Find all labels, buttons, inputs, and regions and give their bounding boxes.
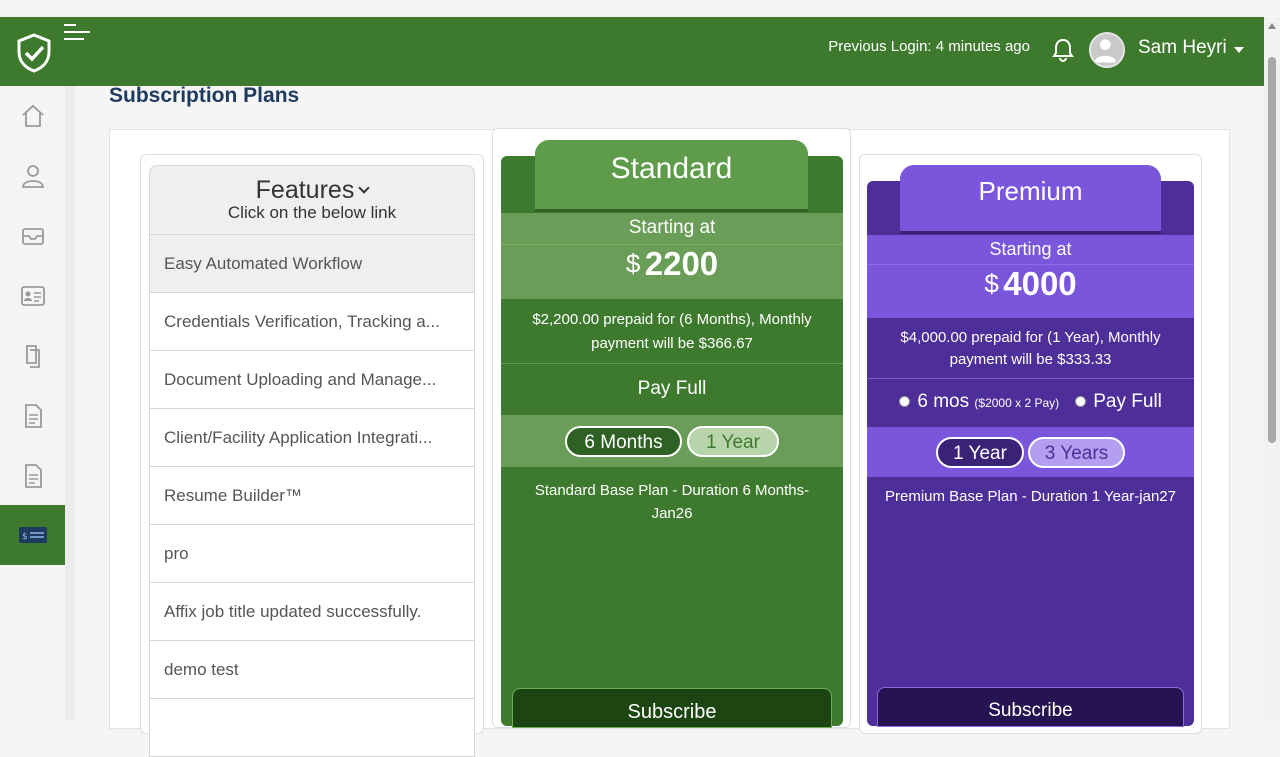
standard-description: $2,200.00 prepaid for (6 Months), Monthl… xyxy=(532,311,812,352)
sidebar-item-inbox[interactable] xyxy=(0,206,65,266)
premium-duration-1-year[interactable]: 1 Year xyxy=(936,437,1024,468)
page-title: Subscription Plans xyxy=(109,84,300,107)
scroll-up-icon[interactable] xyxy=(1268,23,1276,29)
option-6-mos-label: 6 mos xyxy=(917,391,970,412)
sidebar-item-billing[interactable]: $ xyxy=(0,505,65,565)
sidebar-item-documents[interactable] xyxy=(0,326,65,386)
feature-item[interactable]: Document Uploading and Manage... xyxy=(149,351,475,409)
features-subtitle: Click on the below link xyxy=(227,203,397,222)
premium-subscribe-button[interactable]: Subscribe xyxy=(877,687,1184,727)
file-icon xyxy=(24,404,42,428)
standard-duration-6-months[interactable]: 6 Months xyxy=(565,426,682,457)
feature-label: Client/Facility Application Integrati... xyxy=(164,427,433,447)
feature-item[interactable]: Credentials Verification, Tracking a... xyxy=(149,293,475,351)
premium-price-value: 4000 xyxy=(1003,265,1077,302)
standard-pay-full[interactable]: Pay Full xyxy=(501,363,843,415)
feature-label: Document Uploading and Manage... xyxy=(164,369,437,389)
sidebar-item-file-2[interactable] xyxy=(0,446,65,506)
standard-price-value: 2200 xyxy=(644,245,719,282)
radio-6-mos[interactable] xyxy=(899,396,911,408)
standard-plan-name: Standard xyxy=(535,140,808,212)
premium-currency: $ xyxy=(984,268,999,299)
sidebar-item-home[interactable] xyxy=(0,86,65,146)
id-card-icon xyxy=(20,286,45,306)
features-title: Features xyxy=(255,176,355,204)
premium-payment-options: 6 mos ($2000 x 2 Pay) Pay Full xyxy=(867,378,1194,427)
billing-icon: $ xyxy=(18,527,47,543)
user-icon xyxy=(21,165,44,188)
feature-item[interactable]: Affix job title updated successfully. xyxy=(149,583,475,641)
menu-toggle-icon[interactable] xyxy=(64,24,92,46)
home-icon xyxy=(21,104,44,127)
sidebar-item-file-1[interactable] xyxy=(0,386,65,446)
premium-description: $4,000.00 prepaid for (1 Year), Monthly … xyxy=(900,329,1161,368)
browser-strip xyxy=(0,0,1280,17)
feature-label: Credentials Verification, Tracking a... xyxy=(164,311,440,331)
standard-base-plan: Standard Base Plan - Duration 6 Months-J… xyxy=(534,482,810,522)
previous-login-text: Previous Login: 4 minutes ago xyxy=(828,38,1030,55)
feature-item[interactable]: pro xyxy=(149,525,475,583)
feature-item[interactable]: Resume Builder™ xyxy=(149,467,475,525)
top-navbar: Previous Login: 4 minutes ago Sam Heyri xyxy=(0,17,1264,86)
feature-label: Easy Automated Workflow xyxy=(164,253,363,273)
option-6-mos-note: ($2000 x 2 Pay) xyxy=(974,396,1060,410)
feature-label: Affix job title updated successfully. xyxy=(164,601,422,621)
standard-subscribe-button[interactable]: Subscribe xyxy=(512,688,832,728)
option-pay-full-label: Pay Full xyxy=(1093,391,1162,412)
standard-price: $ 2200 xyxy=(501,244,843,299)
scrollbar-thumb[interactable] xyxy=(1268,57,1276,443)
svg-text:$: $ xyxy=(22,532,28,542)
premium-duration-3-years[interactable]: 3 Years xyxy=(1028,437,1125,468)
premium-base-plan: Premium Base Plan - Duration 1 Year-jan2… xyxy=(885,488,1176,505)
sidebar: $ xyxy=(0,86,75,720)
feature-label: demo test xyxy=(164,659,239,679)
premium-price: $ 4000 xyxy=(867,264,1194,318)
sidebar-item-profile[interactable] xyxy=(0,146,65,206)
premium-starting-at: Starting at xyxy=(867,235,1194,264)
feature-item[interactable] xyxy=(149,699,475,757)
documents-icon xyxy=(25,345,40,368)
bell-icon[interactable] xyxy=(1052,38,1074,62)
user-name[interactable]: Sam Heyri xyxy=(1138,37,1227,59)
standard-currency: $ xyxy=(625,248,641,279)
feature-item[interactable]: Client/Facility Application Integrati... xyxy=(149,409,475,467)
feature-label: pro xyxy=(164,543,189,563)
standard-duration-1-year[interactable]: 1 Year xyxy=(687,426,779,457)
chevron-down-icon[interactable] xyxy=(358,182,370,194)
premium-plan-name: Premium xyxy=(900,165,1161,234)
feature-item[interactable]: demo test xyxy=(149,641,475,699)
feature-item[interactable]: Easy Automated Workflow xyxy=(149,235,475,293)
shield-check-logo-icon[interactable] xyxy=(16,33,52,73)
avatar[interactable] xyxy=(1089,32,1125,68)
page-scrollbar[interactable] xyxy=(1264,17,1280,720)
inbox-icon xyxy=(21,228,44,245)
file-icon xyxy=(24,464,42,488)
standard-starting-at: Starting at xyxy=(501,213,843,244)
feature-label: Resume Builder™ xyxy=(164,485,302,505)
user-avatar-icon xyxy=(1094,39,1116,63)
features-header[interactable]: Features Click on the below link xyxy=(149,165,475,235)
sidebar-item-id-card[interactable] xyxy=(0,266,65,326)
chevron-down-icon[interactable] xyxy=(1234,47,1244,53)
radio-pay-full[interactable] xyxy=(1074,396,1086,408)
